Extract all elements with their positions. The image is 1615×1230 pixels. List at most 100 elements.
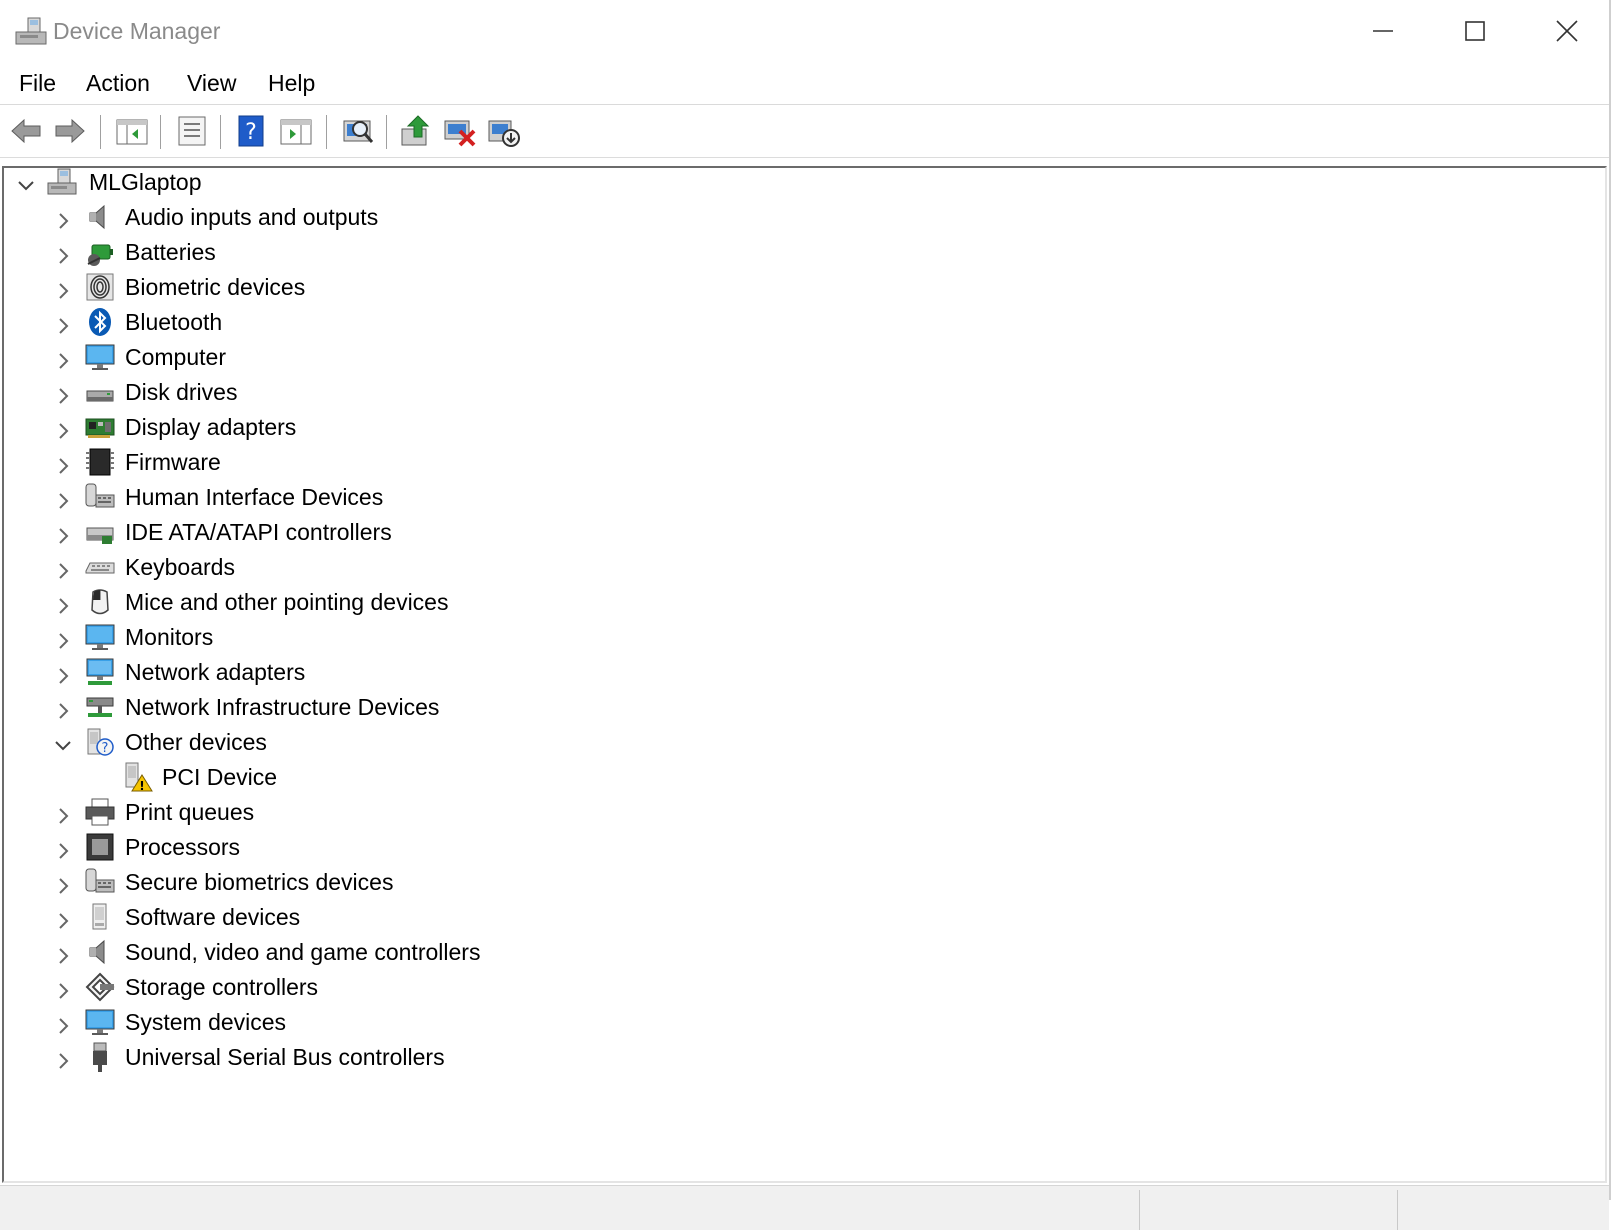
chevron-right-icon[interactable] — [52, 976, 74, 999]
tree-category[interactable]: Print queues — [4, 794, 1594, 830]
uninstall-device-icon — [444, 120, 476, 147]
unknown-device-icon: ? — [84, 726, 116, 758]
chevron-right-icon[interactable] — [52, 626, 74, 649]
tree-category[interactable]: ? Other devices — [4, 724, 1594, 760]
show-hide-console-tree-button[interactable] — [114, 113, 150, 149]
chevron-down-icon[interactable] — [15, 171, 37, 193]
chevron-down-icon[interactable] — [52, 731, 74, 753]
menu-file[interactable]: File — [19, 66, 56, 100]
chevron-right-icon[interactable] — [52, 486, 74, 509]
chevron-right-icon[interactable] — [52, 416, 74, 439]
chevron-right-icon[interactable] — [52, 451, 74, 474]
tree-item-label: Mice and other pointing devices — [125, 589, 449, 615]
hid-icon — [84, 866, 116, 898]
menu-view[interactable]: View — [187, 66, 236, 100]
tree-item-label: Display adapters — [125, 414, 297, 440]
properties-icon — [178, 116, 206, 146]
close-button[interactable] — [1521, 0, 1613, 62]
monitor-icon — [84, 341, 116, 373]
tree-item-label: Sound, video and game controllers — [125, 939, 481, 965]
chevron-right-icon[interactable] — [52, 206, 74, 229]
back-button[interactable] — [8, 113, 44, 149]
tree-category[interactable]: Audio inputs and outputs — [4, 199, 1594, 235]
tree-category[interactable]: Mice and other pointing devices — [4, 584, 1594, 620]
toolbar: ? — [0, 105, 1609, 158]
tree-category[interactable]: Storage controllers — [4, 969, 1594, 1005]
action-pane-icon — [280, 119, 312, 145]
tree-category[interactable]: Disk drives — [4, 374, 1594, 410]
tree-category[interactable]: Keyboards — [4, 549, 1594, 585]
title-bar[interactable]: Device Manager — [0, 0, 1609, 62]
chevron-right-icon[interactable] — [52, 661, 74, 684]
tree-category[interactable]: Secure biometrics devices — [4, 864, 1594, 900]
tree-category[interactable]: Network Infrastructure Devices — [4, 689, 1594, 725]
tree-item-label: Universal Serial Bus controllers — [125, 1044, 445, 1070]
chevron-right-icon[interactable] — [52, 241, 74, 264]
tree-category[interactable]: Bluetooth — [4, 304, 1594, 340]
tree-category[interactable]: Network adapters — [4, 654, 1594, 690]
tree-item-label: Software devices — [125, 904, 301, 930]
help-button[interactable]: ? — [234, 113, 270, 149]
chevron-right-icon[interactable] — [52, 311, 74, 334]
properties-button[interactable] — [174, 113, 210, 149]
action-pane-button[interactable] — [278, 113, 314, 149]
tree-category[interactable]: Software devices — [4, 899, 1594, 935]
device-manager-app-icon — [14, 14, 48, 48]
maximize-button[interactable] — [1429, 0, 1521, 62]
chevron-right-icon[interactable] — [52, 696, 74, 719]
menu-action[interactable]: Action — [86, 66, 150, 100]
tree-category[interactable]: Universal Serial Bus controllers — [4, 1039, 1594, 1075]
tree-category[interactable]: Biometric devices — [4, 269, 1594, 305]
chevron-right-icon[interactable] — [52, 941, 74, 964]
chevron-right-icon[interactable] — [52, 1046, 74, 1069]
scan-hardware-button[interactable] — [340, 113, 376, 149]
chevron-right-icon[interactable] — [52, 381, 74, 404]
software-device-icon — [84, 901, 116, 933]
chevron-right-icon[interactable] — [52, 801, 74, 824]
tree-root[interactable]: MLGlaptop — [4, 164, 1594, 200]
chevron-right-icon[interactable] — [52, 871, 74, 894]
network-infrastructure-icon — [84, 691, 116, 723]
device-tree[interactable]: MLGlaptop Audio inputs and outputs Batter… — [2, 166, 1607, 1183]
menu-help[interactable]: Help — [268, 66, 315, 100]
tree-item-label: Secure biometrics devices — [125, 869, 394, 895]
tree-category[interactable]: Computer — [4, 339, 1594, 375]
chevron-right-icon[interactable] — [52, 276, 74, 299]
tree-category[interactable]: Processors — [4, 829, 1594, 865]
tree-item-label: Audio inputs and outputs — [125, 204, 379, 230]
chevron-right-icon[interactable] — [52, 906, 74, 929]
update-driver-button[interactable] — [398, 113, 434, 149]
forward-button[interactable] — [52, 113, 88, 149]
disable-device-button[interactable] — [486, 113, 522, 149]
tree-item-label: Keyboards — [125, 554, 235, 580]
tree-category[interactable]: Sound, video and game controllers — [4, 934, 1594, 970]
uninstall-device-button[interactable] — [442, 113, 478, 149]
toolbar-separator — [326, 115, 327, 149]
status-separator — [1139, 1190, 1140, 1230]
tree-item-label: Network adapters — [125, 659, 306, 685]
disk-drive-icon — [84, 376, 116, 408]
display-adapter-icon — [84, 411, 116, 443]
chevron-right-icon[interactable] — [52, 346, 74, 369]
tree-item-label: Storage controllers — [125, 974, 319, 1000]
tree-category[interactable]: Monitors — [4, 619, 1594, 655]
tree-category[interactable]: Human Interface Devices — [4, 479, 1594, 515]
tree-category[interactable]: Display adapters — [4, 409, 1594, 445]
minimize-button[interactable] — [1337, 0, 1429, 62]
tree-category[interactable]: Firmware — [4, 444, 1594, 480]
speaker-icon — [84, 201, 116, 233]
warning-device-icon: ! — [122, 761, 154, 793]
chevron-right-icon[interactable] — [52, 521, 74, 544]
chevron-right-icon[interactable] — [52, 591, 74, 614]
tree-child-item[interactable]: ! PCI Device — [4, 759, 1594, 795]
tree-root-label: MLGlaptop — [89, 169, 202, 195]
tree-item-label: IDE ATA/ATAPI controllers — [125, 519, 392, 545]
status-separator — [1397, 1190, 1398, 1230]
toolbar-separator — [220, 115, 221, 149]
chevron-right-icon[interactable] — [52, 556, 74, 579]
chevron-right-icon[interactable] — [52, 836, 74, 859]
chevron-right-icon[interactable] — [52, 1011, 74, 1034]
tree-category[interactable]: System devices — [4, 1004, 1594, 1040]
tree-category[interactable]: IDE ATA/ATAPI controllers — [4, 514, 1594, 550]
tree-category[interactable]: Batteries — [4, 234, 1594, 270]
